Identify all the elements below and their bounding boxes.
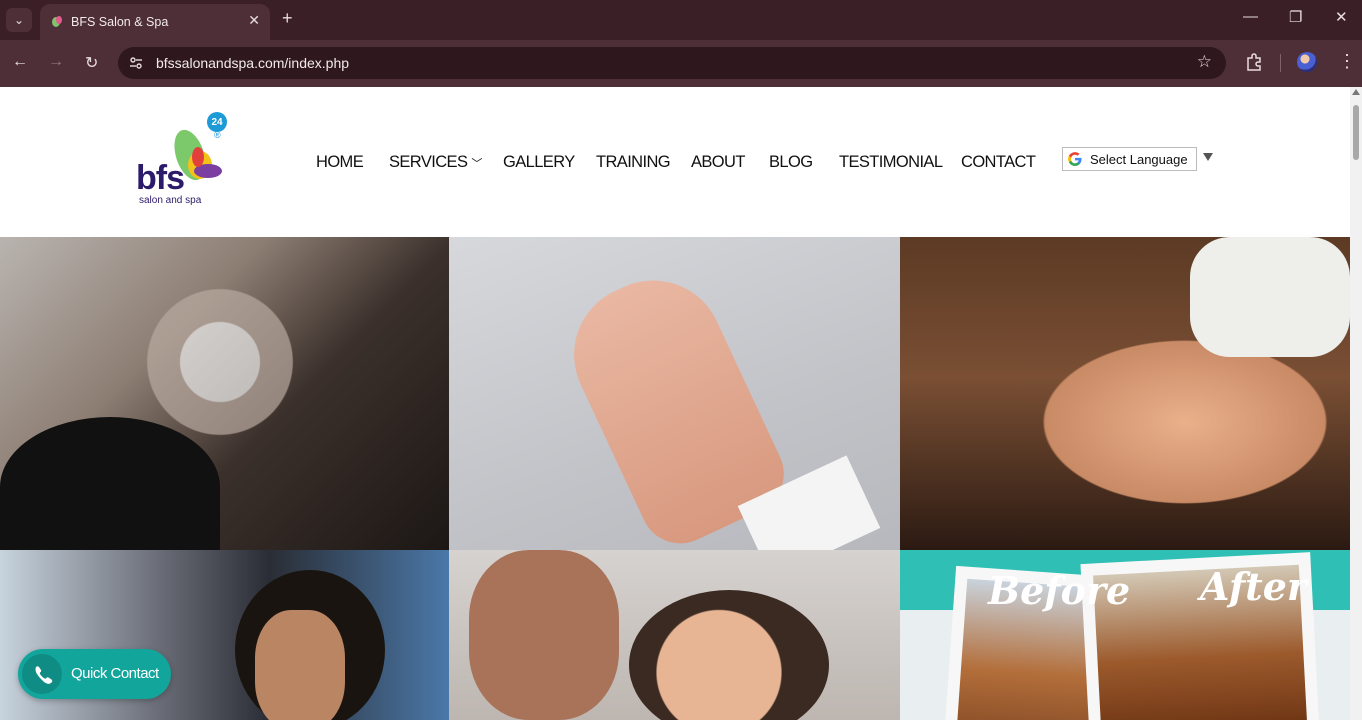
after-label: After <box>1200 564 1307 609</box>
before-label: Before <box>988 568 1131 613</box>
nav-training[interactable]: TRAINING <box>596 153 671 172</box>
tab-search-button[interactable]: ⌄ <box>6 8 32 32</box>
site-logo[interactable]: 24 ® bfs salon and spa <box>130 109 235 209</box>
nav-about[interactable]: ABOUT <box>691 153 745 172</box>
web-page: 24 ® bfs salon and spa HOME SERVICES ﹀ GA… <box>0 87 1350 720</box>
toolbar-separator <box>1280 54 1281 72</box>
site-info-icon[interactable] <box>128 55 144 71</box>
model-face-shape <box>629 590 829 720</box>
logo-subtitle: salon and spa <box>139 195 202 206</box>
gallery-image-facial-massage[interactable] <box>900 237 1350 550</box>
extensions-icon[interactable] <box>1244 52 1264 72</box>
quick-contact-label: Quick Contact <box>71 665 159 682</box>
window-close-icon[interactable]: ✕ <box>1335 8 1348 26</box>
new-tab-button[interactable]: + <box>282 8 293 29</box>
nav-home[interactable]: HOME <box>316 153 364 172</box>
face-profile-shape <box>255 610 345 720</box>
registered-mark: ® <box>214 130 221 140</box>
minimize-icon[interactable]: — <box>1243 8 1258 25</box>
gallery-image-hair-wash[interactable] <box>0 237 449 550</box>
address-bar[interactable]: bfssalonandspa.com/index.php ☆ <box>118 47 1226 79</box>
bookmark-star-icon[interactable]: ☆ <box>1197 52 1212 72</box>
nav-testimonial[interactable]: TESTIMONIAL <box>839 153 943 172</box>
nav-blog[interactable]: BLOG <box>769 153 813 172</box>
google-icon <box>1068 152 1082 166</box>
artist-shape <box>469 550 619 720</box>
nav-contact[interactable]: CONTACT <box>961 153 1036 172</box>
quick-contact-button[interactable]: Quick Contact <box>18 649 171 699</box>
site-favicon-icon <box>52 16 62 27</box>
scroll-up-icon[interactable] <box>1352 89 1360 95</box>
back-icon[interactable]: ← <box>12 53 28 71</box>
towel-shape <box>1190 237 1350 357</box>
browser-toolbar: ← → ↻ bfssalonandspa.com/index.php ☆ ⋮ <box>0 40 1362 87</box>
basin-shape <box>0 417 220 550</box>
forward-icon[interactable]: → <box>48 53 64 71</box>
scrollbar-thumb[interactable] <box>1353 105 1359 160</box>
tab-close-icon[interactable]: ✕ <box>248 12 260 29</box>
page-scrollbar[interactable] <box>1350 87 1362 720</box>
browser-menu-icon[interactable]: ⋮ <box>1338 51 1356 72</box>
gallery-image-before-after[interactable]: Before After <box>900 550 1350 720</box>
gallery-image-makeup[interactable] <box>449 550 900 720</box>
chevron-down-icon: ﹀ <box>471 158 482 170</box>
restore-icon[interactable]: ❐ <box>1289 8 1302 26</box>
nav-services-label: SERVICES <box>389 153 468 171</box>
badge-24: 24 <box>207 112 227 132</box>
reload-icon[interactable]: ↻ <box>85 53 98 73</box>
logo-brand: bfs <box>136 159 185 197</box>
url-text: bfssalonandspa.com/index.php <box>156 55 350 71</box>
language-dropdown-icon[interactable] <box>1203 153 1213 161</box>
language-select[interactable]: Select Language <box>1062 147 1197 171</box>
nav-services[interactable]: SERVICES ﹀ <box>389 153 482 172</box>
phone-icon <box>22 654 62 694</box>
profile-avatar[interactable] <box>1297 52 1317 72</box>
nav-gallery[interactable]: GALLERY <box>503 153 575 172</box>
language-label: Select Language <box>1090 152 1188 167</box>
browser-tab-bar: ⌄ BFS Salon & Spa ✕ + — ❐ ✕ <box>0 0 1362 40</box>
gallery-image-nails[interactable] <box>449 237 900 550</box>
browser-tab[interactable]: BFS Salon & Spa ✕ <box>40 4 270 40</box>
tab-title: BFS Salon & Spa <box>71 15 169 29</box>
